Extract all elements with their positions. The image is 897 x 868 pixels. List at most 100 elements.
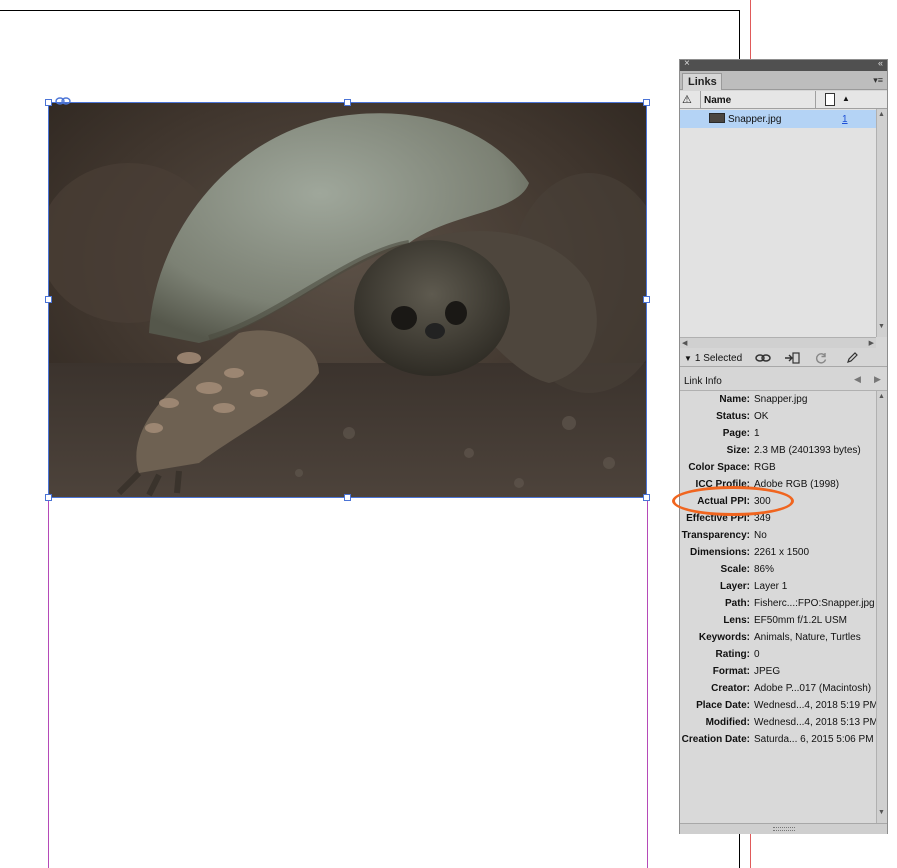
info-row-scale: Scale: 86% [680,564,876,578]
info-label: Scale: [720,564,750,575]
scroll-up-icon[interactable]: ▲ [878,393,885,400]
link-info-title[interactable]: Link Info [684,376,722,387]
info-label: Path: [725,598,750,609]
handle-bottom-center[interactable] [344,494,351,501]
links-list-hscrollbar[interactable]: ◀ ▶ [680,337,876,348]
info-label: Lens: [723,615,750,626]
turtle-photo [49,103,646,497]
go-to-link-icon[interactable] [784,352,800,364]
close-icon[interactable]: × [684,58,690,69]
info-value: 2.3 MB (2401393 bytes) [754,445,861,456]
info-value: Layer 1 [754,581,788,592]
info-label: Keywords: [698,632,750,643]
info-row-keywords: Keywords: Animals, Nature, Turtles [680,632,876,646]
info-row-name: Name: Snapper.jpg [680,394,876,408]
resize-grip-icon[interactable] [773,827,795,831]
panel-menu-icon[interactable]: ▾≡ [873,75,883,86]
info-row-modified: Modified: Wednesd...4, 2018 5:13 PM [680,717,878,731]
info-row-rating: Rating: 0 [680,649,876,663]
update-link-icon[interactable] [815,352,827,364]
link-info-header: Link Info ◀ ▶ [680,369,887,391]
info-row-status: Status: OK [680,411,876,425]
disclosure-triangle-icon[interactable]: ▼ [684,354,692,363]
links-list: Snapper.jpg 1 [680,109,876,341]
link-info-list: Name: Snapper.jpg Status: OK Page: 1 Size: 2… [680,391,878,823]
placed-image-frame[interactable] [48,102,647,498]
info-value: Animals, Nature, Turtles [754,632,861,643]
info-value: JPEG [754,666,781,677]
collapse-icon[interactable]: « [878,58,883,68]
link-chain-icon[interactable] [55,96,71,106]
info-value: Wednesd...4, 2018 5:19 PM [754,700,878,711]
info-label: Modified: [705,717,750,728]
handle-top-center[interactable] [344,99,351,106]
info-label: Page: [722,428,750,439]
relink-icon[interactable] [755,353,771,363]
sort-arrow-icon[interactable]: ▲ [842,94,850,103]
info-value: Adobe P...017 (Macintosh) [754,683,872,694]
info-value: 1 [754,428,760,439]
info-value: Wednesd...4, 2018 5:13 PM [754,717,878,728]
margin-guide-left [48,497,49,868]
info-label: Place Date: [696,700,750,711]
info-row-transparency: Transparency: No [680,530,876,544]
panel-title-bar: × « [680,58,887,71]
link-row-selected[interactable]: Snapper.jpg 1 [680,110,876,128]
tab-links[interactable]: Links [682,73,722,90]
info-label: Status: [716,411,750,422]
info-row-dimensions: Dimensions: 2261 x 1500 [680,547,876,561]
selection-summary[interactable]: ▼ 1 Selected [684,353,742,364]
info-row-page: Page: 1 [680,428,876,442]
selection-count: 1 Selected [694,353,743,364]
info-label: Dimensions: [689,547,750,558]
info-label: Transparency: [681,530,750,541]
info-label: Size: [726,445,750,456]
highlight-annotation [672,486,794,516]
link-info-scrollbar[interactable]: ▲ ▼ [876,391,887,823]
handle-top-left[interactable] [45,99,52,106]
scroll-right-icon[interactable]: ▶ [869,339,874,347]
info-label: Format: [712,666,750,677]
scroll-up-icon[interactable]: ▲ [878,111,885,118]
previous-link-icon[interactable]: ◀ [854,374,861,385]
links-list-scrollbar[interactable]: ▲ ▼ [876,109,887,337]
info-label: Creator: [711,683,750,694]
page-top-edge [0,10,740,11]
info-row-size: Size: 2.3 MB (2401393 bytes) [680,445,876,459]
handle-bottom-left[interactable] [45,494,52,501]
info-value: 0 [754,649,760,660]
links-list-header: ⚠ Name ▲ [680,91,887,109]
info-row-path: Path: Fisherc...:FPO:Snapper.jpg [680,598,876,612]
edit-original-icon[interactable] [846,352,858,364]
scroll-down-icon[interactable]: ▼ [878,809,885,816]
info-value: No [754,530,767,541]
info-value: 2261 x 1500 [754,547,810,558]
next-link-icon[interactable]: ▶ [874,374,881,385]
link-page-number[interactable]: 1 [842,114,848,125]
info-label: Rating: [715,649,750,660]
column-separator [815,91,816,109]
info-row-color-space: Color Space: RGB [680,462,876,476]
handle-middle-left[interactable] [45,296,52,303]
handle-bottom-right[interactable] [643,494,650,501]
info-value: Snapper.jpg [754,394,808,405]
page-column-icon[interactable] [825,93,835,106]
info-value: RGB [754,462,776,473]
scroll-left-icon[interactable]: ◀ [682,339,687,347]
panel-resize-footer[interactable] [680,823,887,834]
handle-top-right[interactable] [643,99,650,106]
info-row-place-date: Place Date: Wednesd...4, 2018 5:19 PM [680,700,878,714]
links-toolbar: ▼ 1 Selected [680,349,887,367]
info-value: OK [754,411,769,422]
warning-icon[interactable]: ⚠ [682,93,692,106]
info-row-layer: Layer: Layer 1 [680,581,876,595]
info-label: Color Space: [688,462,750,473]
info-row-creator: Creator: Adobe P...017 (Macintosh) [680,683,876,697]
image-thumbnail-icon [709,113,725,123]
info-value: EF50mm f/1.2L USM [754,615,847,626]
handle-middle-right[interactable] [643,296,650,303]
info-row-effective-ppi: Effective PPI: 349 [680,513,876,527]
name-column-header[interactable]: Name [704,95,731,106]
scroll-down-icon[interactable]: ▼ [878,323,885,330]
link-name: Snapper.jpg [728,114,782,125]
